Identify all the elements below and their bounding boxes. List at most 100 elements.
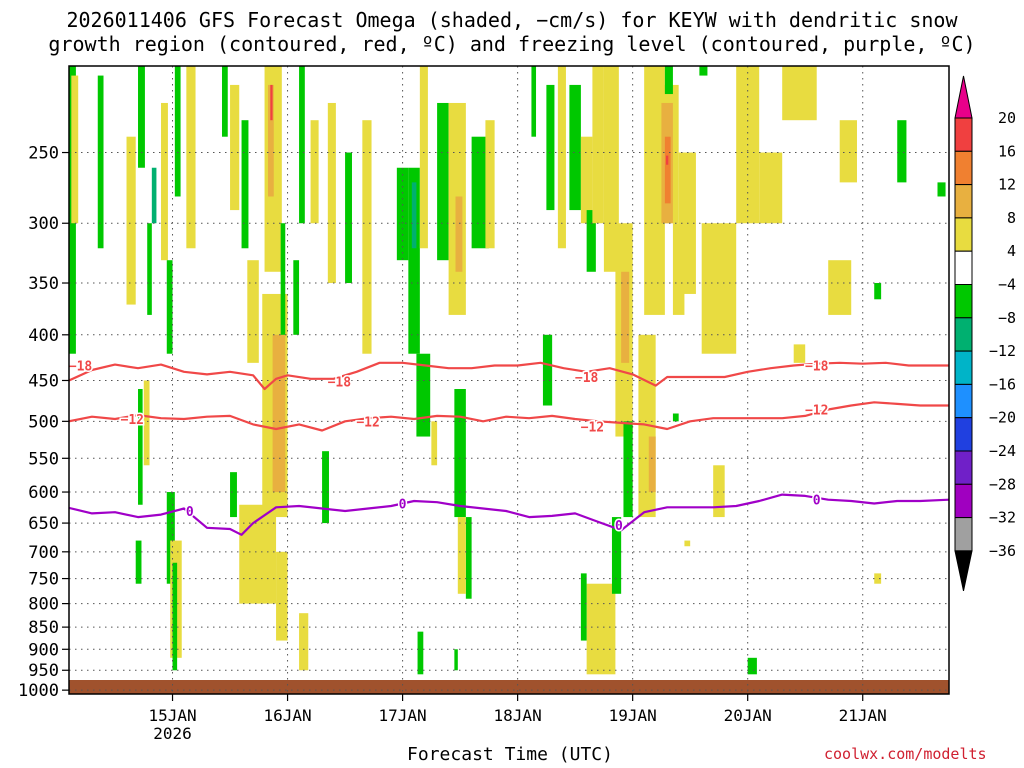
- contour-label: −12: [356, 415, 379, 430]
- omega-shade-cell: [621, 271, 630, 363]
- colorbar-label: −4: [998, 276, 1016, 294]
- omega-shade-cell: [247, 260, 259, 363]
- omega-shade-cell: [569, 84, 581, 211]
- colorbar-label: −32: [989, 509, 1016, 527]
- omega-time-height-chart: −18 −18 −18 −18 −12 −12 −12 −12 0 0 0 0 250 300 350 40…: [18, 65, 1016, 743]
- omega-shade-cell: [793, 344, 806, 363]
- omega-shade-cell: [186, 66, 196, 249]
- omega-shade-cell: [419, 66, 428, 249]
- omega-shade-cell: [71, 75, 79, 224]
- x-axis: 15JAN2026 16JAN 17JAN 18JAN 19JAN 20JAN 21JAN: [148, 694, 887, 743]
- omega-shade-cell: [230, 472, 237, 518]
- omega-shade-cell: [147, 223, 152, 315]
- omega-shade-cell: [623, 421, 633, 518]
- colorbar-label: 12: [998, 176, 1016, 194]
- omega-shade-cell: [542, 334, 553, 406]
- x-tick-label: 21JAN: [839, 706, 887, 725]
- contour-label: 0: [813, 494, 821, 509]
- colorbar-label: −20: [989, 409, 1016, 427]
- omega-shade-cell: [546, 84, 555, 211]
- colorbar-label: −36: [989, 542, 1016, 560]
- colorbar-segment: [954, 284, 973, 319]
- contour-label: −18: [805, 360, 829, 375]
- omega-shade-cell: [135, 540, 142, 584]
- omega-shade-cell: [664, 66, 673, 95]
- contour-label: −18: [69, 360, 93, 375]
- omega-shade-cell: [586, 583, 616, 675]
- omega-shade-cell: [299, 613, 309, 671]
- y-axis: 2503003504004505005506006507007508008509…: [18, 144, 69, 701]
- omega-shade-cell: [699, 66, 708, 76]
- omega-shade-cell: [174, 66, 181, 197]
- omega-shade-cell: [230, 84, 240, 211]
- y-tick-label: 550: [28, 449, 59, 469]
- omega-shade-cell: [143, 380, 150, 466]
- omega-shade-cell: [166, 260, 173, 354]
- omega-shade-cell: [455, 196, 463, 272]
- colorbar-segment: [954, 483, 973, 519]
- y-tick-label: 900: [28, 640, 59, 660]
- omega-shade-cell: [664, 136, 671, 204]
- omega-shade-cell: [828, 260, 852, 315]
- contour-label: 0: [399, 498, 407, 513]
- omega-shade-cell: [531, 66, 537, 137]
- contour-label: 0: [186, 505, 194, 520]
- y-tick-label: 450: [28, 371, 59, 391]
- contour-label: −18: [575, 371, 599, 386]
- omega-shade-cell: [897, 120, 907, 183]
- colorbar-label: −24: [989, 442, 1016, 460]
- omega-shade-cell: [454, 649, 458, 671]
- omega-shade-cell: [759, 152, 783, 224]
- y-tick-label: 700: [28, 543, 59, 563]
- x-tick-label: 17JAN: [379, 706, 427, 725]
- omega-shade-cell: [126, 136, 136, 305]
- colorbar-label: 4: [1007, 242, 1016, 260]
- omega-shade-cell: [485, 120, 495, 249]
- omega-shade-cell: [672, 413, 679, 422]
- contour-label: 0: [615, 519, 623, 534]
- contour-lines: [69, 361, 949, 536]
- x-axis-label: Forecast Time (UTC): [407, 744, 613, 765]
- colorbar-label: 16: [998, 142, 1016, 160]
- colorbar-label: −16: [989, 375, 1016, 393]
- omega-shade-cell: [161, 102, 168, 261]
- omega-shade-cell: [345, 152, 352, 284]
- omega-shade-cell: [437, 102, 449, 261]
- colorbar-segment: [954, 150, 973, 186]
- omega-shade-cell: [310, 120, 319, 224]
- y-tick-label: 1000: [18, 681, 59, 701]
- contour-label: −12: [121, 413, 144, 428]
- omega-shade-cell: [362, 120, 372, 354]
- colorbar-segment: [954, 250, 973, 285]
- omega-shade-cell: [221, 66, 228, 137]
- colorbar-segment: [954, 184, 973, 219]
- source-credit: coolwx.com/modelts: [824, 745, 987, 763]
- colorbar-label: −8: [998, 309, 1016, 327]
- colorbar-segment: [954, 383, 973, 419]
- x-tick-label: 16JAN: [263, 706, 311, 725]
- omega-shade-cell: [322, 451, 329, 524]
- omega-shade-cell: [327, 102, 336, 284]
- colorbar-segment: [954, 217, 973, 252]
- omega-shade-cell: [580, 573, 587, 641]
- y-tick-label: 500: [28, 412, 59, 432]
- colorbar-segment: [954, 517, 973, 552]
- y-tick-label: 250: [28, 144, 59, 164]
- omega-shade-cell: [411, 182, 417, 249]
- contour-label: −18: [328, 375, 352, 390]
- omega-shade-cell: [557, 66, 566, 249]
- y-tick-label: 950: [28, 661, 59, 681]
- contour-label: −12: [581, 421, 604, 436]
- omega-shade-cell: [747, 657, 757, 675]
- omega-shade-cell: [172, 562, 178, 671]
- colorbar-label: 8: [1007, 209, 1016, 227]
- colorbar-bottom-triangle: [954, 550, 973, 592]
- y-tick-label: 350: [28, 274, 59, 294]
- colorbar: 20 16 12 8 4 −4 −8 −12 −16 −20 −24 −28 −32 −36: [954, 75, 1016, 592]
- y-tick-label: 800: [28, 595, 59, 615]
- x-tick-label: 20JAN: [724, 706, 772, 725]
- omega-shade-cell: [713, 465, 725, 518]
- omega-shade-cell: [151, 167, 157, 224]
- omega-shade-cell: [874, 283, 882, 300]
- omega-shade-cell: [465, 517, 472, 599]
